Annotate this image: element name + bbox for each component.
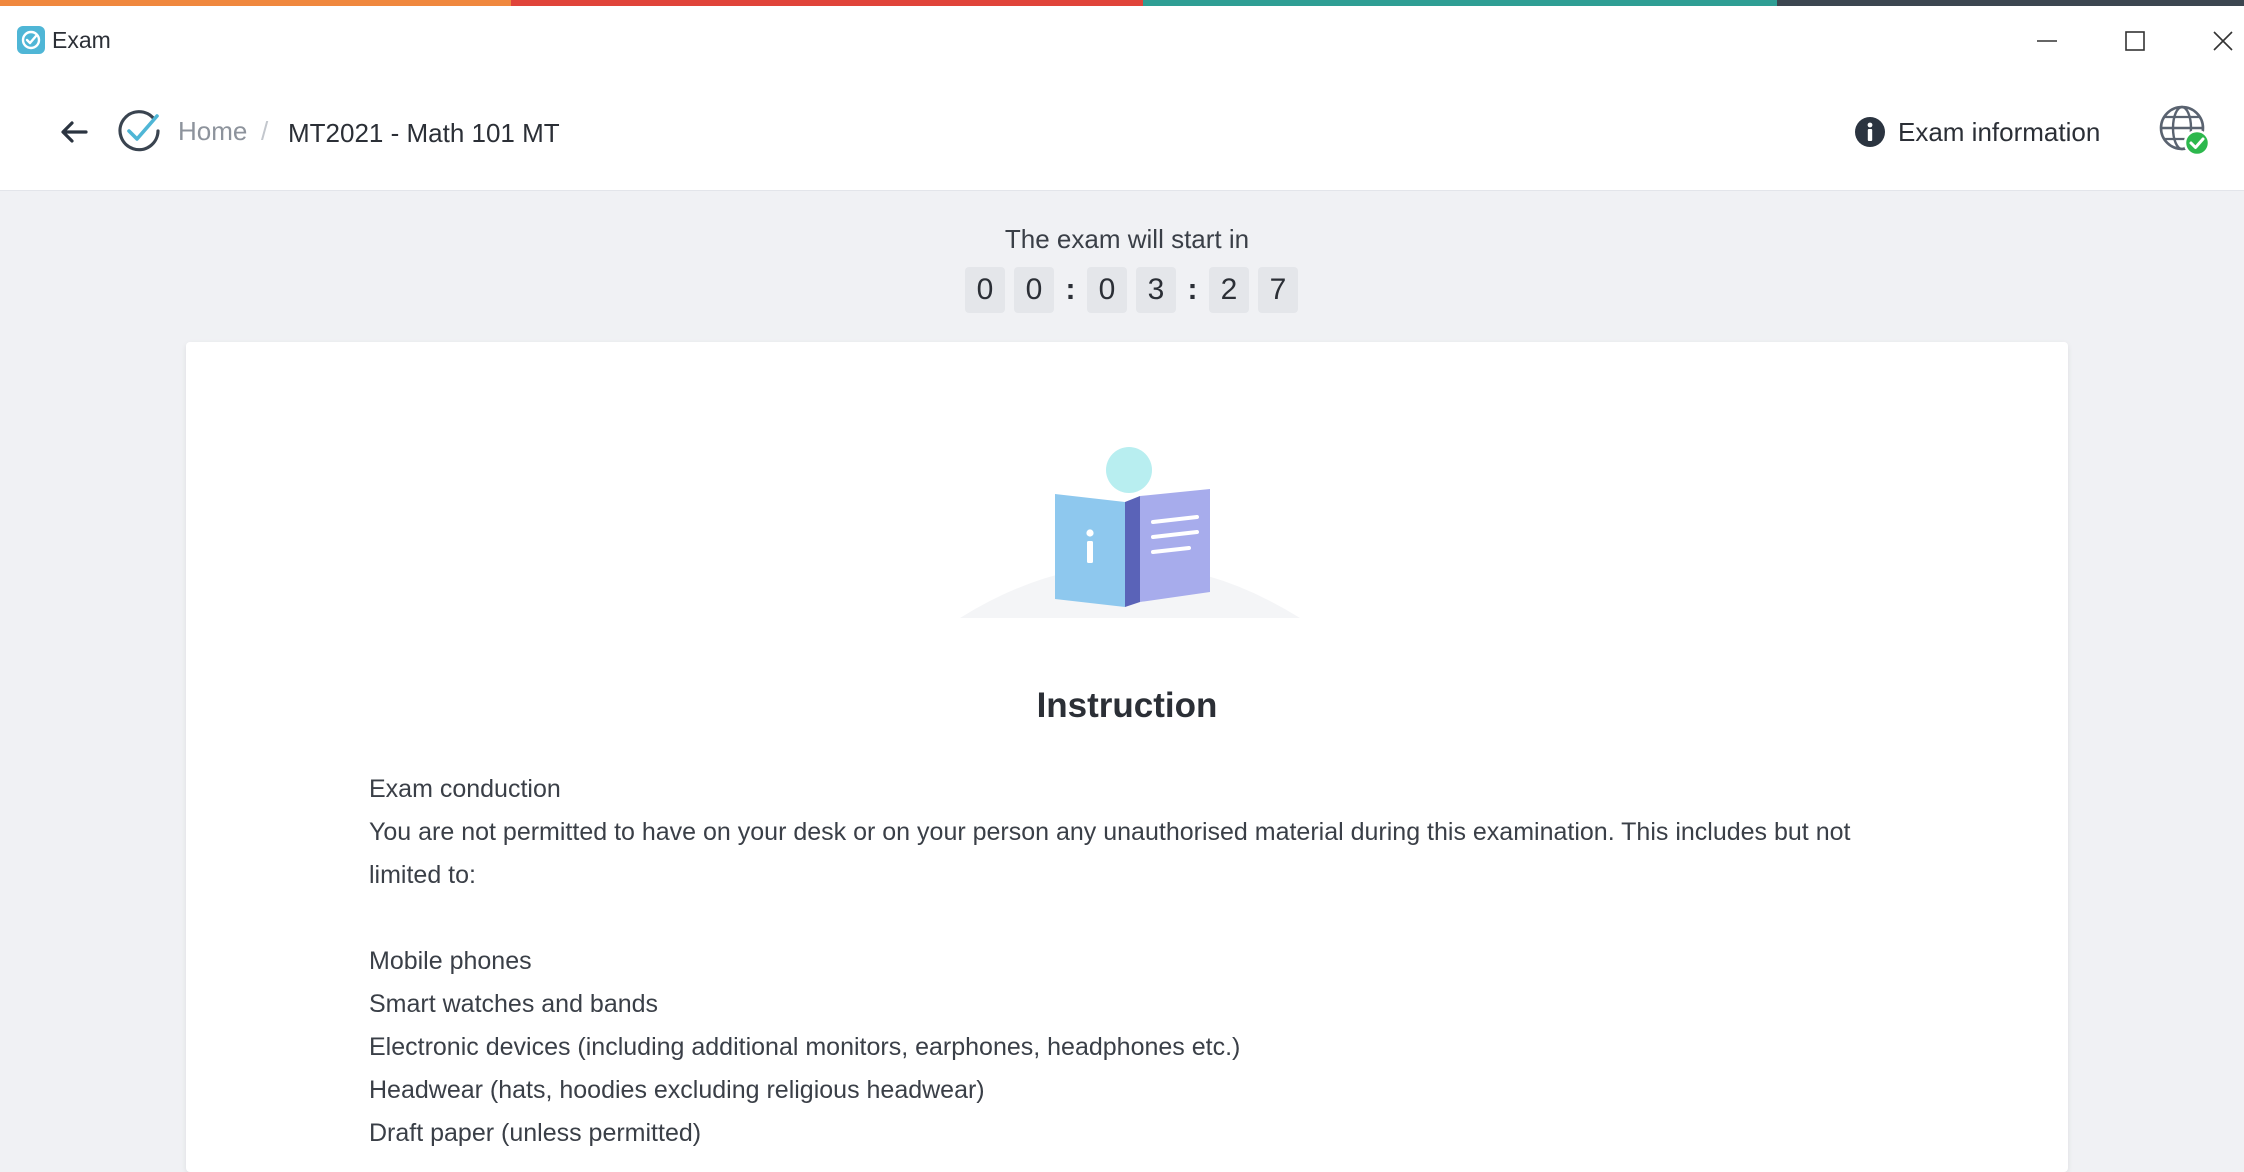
back-button[interactable] xyxy=(54,112,94,152)
instruction-content: Exam conduction You are not permitted to… xyxy=(369,768,1889,1155)
list-item: Headwear (hats, hoodies excluding religi… xyxy=(369,1076,985,1104)
breadcrumb-home-link[interactable]: Home xyxy=(178,116,247,147)
app-logo-icon xyxy=(17,26,45,54)
countdown-digit: 0 xyxy=(1087,267,1127,313)
close-icon xyxy=(2213,31,2233,51)
breadcrumb-current: MT2021 - Math 101 MT xyxy=(288,118,560,148)
breadcrumb-separator: / xyxy=(261,116,269,146)
app-header: Home / MT2021 - Math 101 MT Exam informa… xyxy=(0,76,2244,191)
countdown-digit: 7 xyxy=(1258,267,1298,313)
window-title: Exam xyxy=(52,27,111,53)
countdown-label: The exam will start in xyxy=(1004,224,1250,254)
countdown-digit: 0 xyxy=(1014,267,1054,313)
countdown-digit: 3 xyxy=(1136,267,1176,313)
minimize-button[interactable] xyxy=(2002,6,2092,76)
globe-status-icon[interactable] xyxy=(2158,104,2212,158)
list-item: Draft paper (unless permitted) xyxy=(369,1119,702,1147)
countdown-separator: : xyxy=(1187,273,1198,306)
list-item: Smart watches and bands xyxy=(369,990,659,1018)
countdown-digit: 0 xyxy=(965,267,1005,313)
window-title-bar: Exam xyxy=(0,6,2244,76)
instruction-card: Instruction Exam conduction You are not … xyxy=(186,342,2068,1172)
arrow-left-icon xyxy=(61,121,88,143)
countdown-timer: 0 0 : 0 3 : 2 7 xyxy=(965,267,1307,313)
maximize-button[interactable] xyxy=(2090,6,2180,76)
info-icon xyxy=(1855,117,1885,147)
close-button[interactable] xyxy=(2178,6,2244,76)
instruction-heading: Exam conduction xyxy=(369,775,561,803)
list-item: Mobile phones xyxy=(369,947,532,975)
app-logo-icon xyxy=(118,110,160,152)
instruction-intro: You are not permitted to have on your de… xyxy=(369,818,1851,889)
instruction-title: Instruction xyxy=(1036,686,1218,725)
countdown-separator: : xyxy=(1065,273,1076,306)
maximize-icon xyxy=(2125,31,2145,51)
exam-information-label: Exam information xyxy=(1898,116,2101,147)
minimize-icon xyxy=(2037,40,2057,42)
exam-information-button[interactable]: Exam information xyxy=(1854,110,2100,154)
open-book-info-illustration xyxy=(960,447,1300,618)
list-item: Electronic devices (including additional… xyxy=(369,1033,1241,1061)
countdown-digit: 2 xyxy=(1209,267,1249,313)
